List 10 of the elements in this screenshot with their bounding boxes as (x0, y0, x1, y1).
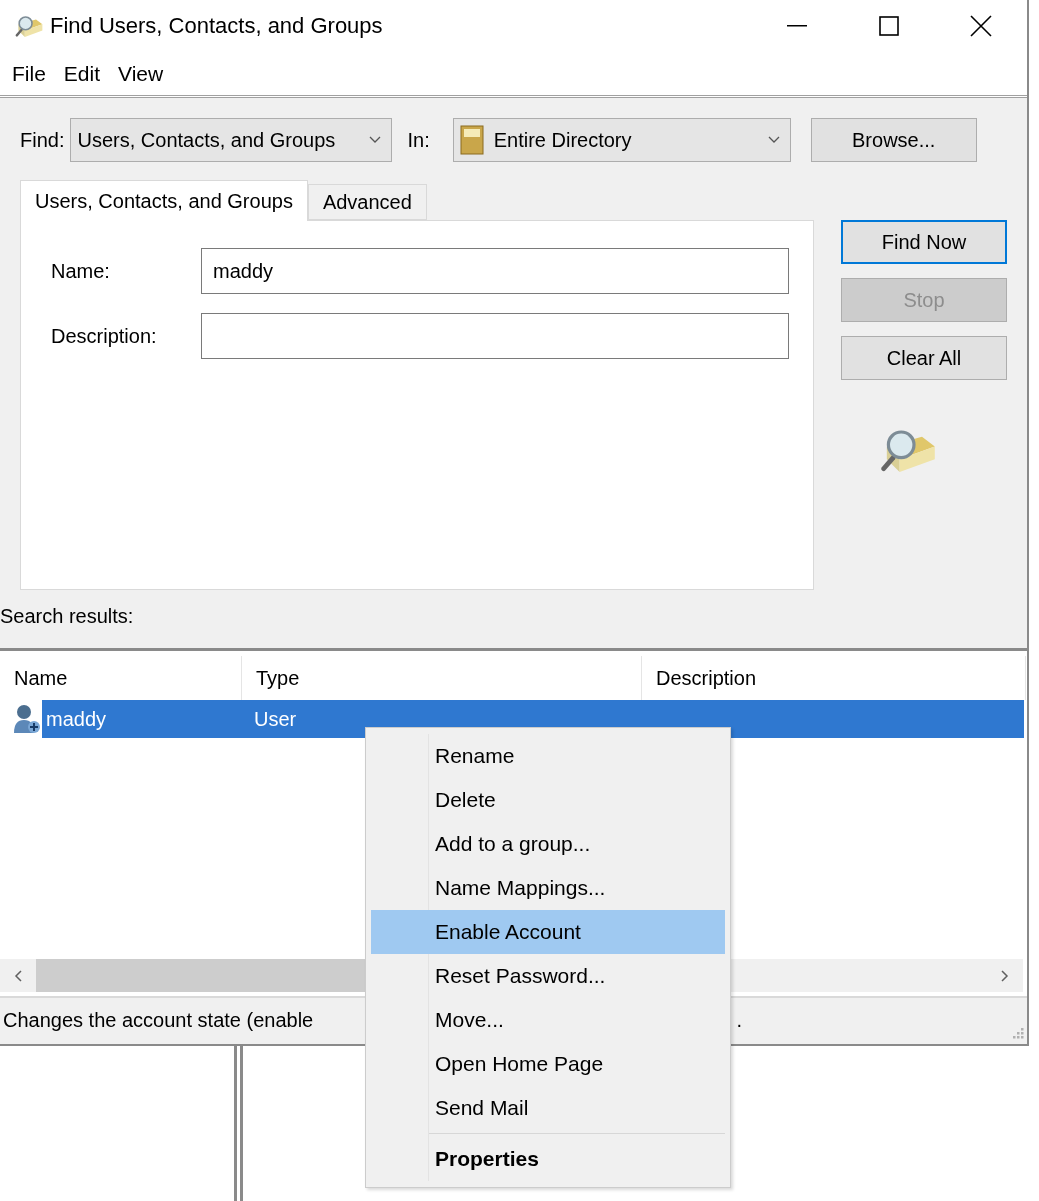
find-label: Find: (20, 128, 65, 152)
status-text: Changes the account state (enable (3, 1009, 314, 1032)
in-label: In: (407, 128, 430, 152)
results-label: Search results: (0, 605, 135, 628)
table-cell-text: maddy (45, 707, 108, 731)
field-label: Description: (51, 324, 158, 348)
window-title: Find Users, Contacts, and Groups (50, 13, 384, 39)
field-label: Name: (51, 259, 111, 283)
table-cell-text: User (253, 707, 298, 731)
status-text: . (736, 1009, 742, 1032)
